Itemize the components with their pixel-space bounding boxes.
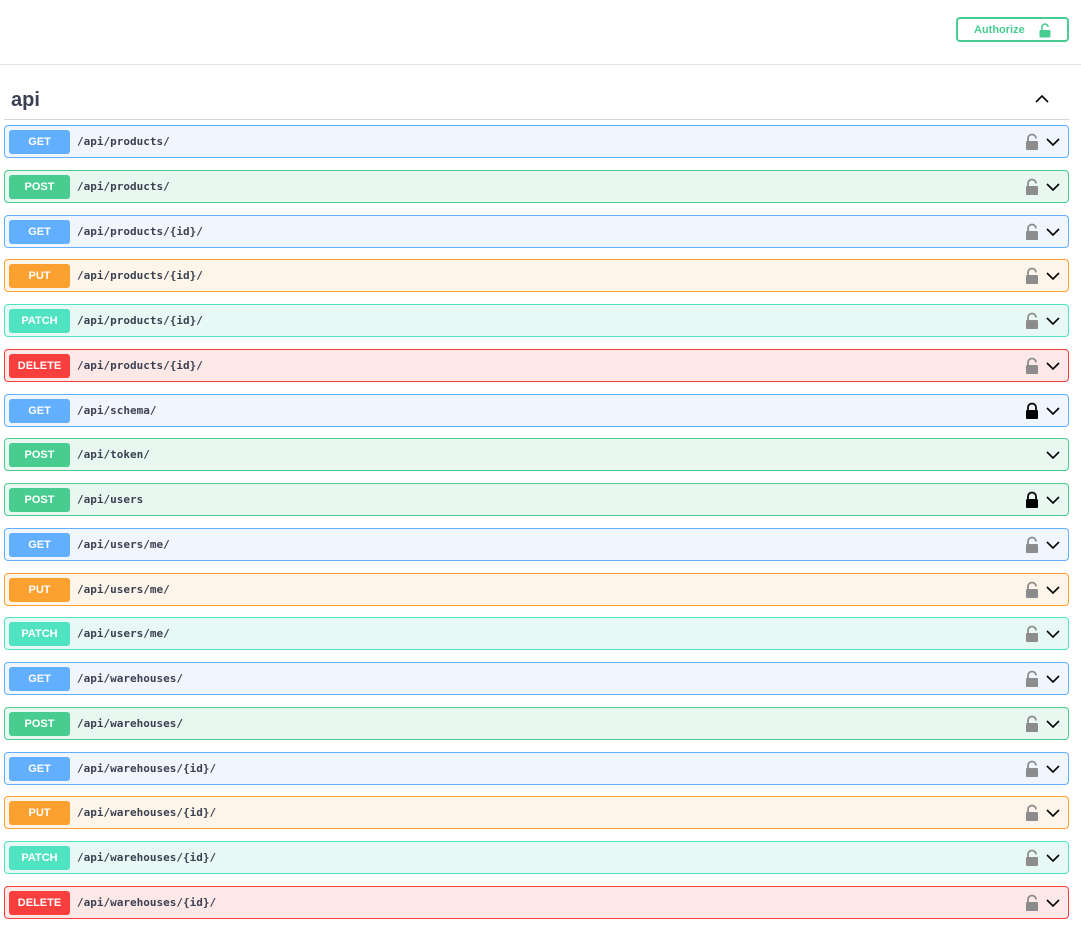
authorize-label: Authorize: [974, 23, 1025, 36]
chevron-down-icon[interactable]: [1044, 804, 1062, 822]
method-badge: PATCH: [9, 622, 70, 646]
operation-path: /api/warehouses/{id}/: [77, 806, 217, 819]
lock-open-icon[interactable]: [1024, 133, 1040, 151]
method-badge: GET: [9, 533, 70, 557]
method-badge: DELETE: [9, 891, 70, 915]
operation-row-delete[interactable]: DELETE/api/warehouses/{id}/: [4, 886, 1069, 919]
chevron-down-icon[interactable]: [1044, 625, 1062, 643]
lock-open-icon[interactable]: [1024, 804, 1040, 822]
method-badge: GET: [9, 220, 70, 244]
chevron-down-icon[interactable]: [1044, 402, 1062, 420]
operation-path: /api/token/: [77, 448, 150, 461]
operation-row-post[interactable]: POST/api/token/: [4, 438, 1069, 471]
lock-open-icon[interactable]: [1024, 267, 1040, 285]
lock-closed-icon[interactable]: [1024, 402, 1040, 420]
lock-open-icon[interactable]: [1024, 760, 1040, 778]
operation-row-get[interactable]: GET/api/warehouses/: [4, 662, 1069, 695]
tag-title: api: [11, 89, 40, 111]
operation-row-get[interactable]: GET/api/schema/: [4, 394, 1069, 427]
chevron-down-icon[interactable]: [1044, 581, 1062, 599]
chevron-down-icon[interactable]: [1044, 267, 1062, 285]
lock-open-icon[interactable]: [1024, 312, 1040, 330]
method-badge: GET: [9, 130, 70, 154]
operation-row-post[interactable]: POST/api/users: [4, 483, 1069, 516]
chevron-down-icon[interactable]: [1044, 357, 1062, 375]
chevron-up-icon[interactable]: [1032, 89, 1052, 109]
operation-path: /api/users/me/: [77, 538, 170, 551]
chevron-down-icon[interactable]: [1044, 715, 1062, 733]
lock-open-icon[interactable]: [1024, 536, 1040, 554]
operation-path: /api/warehouses/: [77, 672, 183, 685]
method-badge: POST: [9, 443, 70, 467]
lock-open-icon[interactable]: [1024, 715, 1040, 733]
operation-row-put[interactable]: PUT/api/products/{id}/: [4, 259, 1069, 292]
chevron-down-icon[interactable]: [1044, 760, 1062, 778]
method-badge: GET: [9, 399, 70, 423]
method-badge: POST: [9, 488, 70, 512]
method-badge: GET: [9, 757, 70, 781]
chevron-down-icon[interactable]: [1044, 312, 1062, 330]
operation-path: /api/schema/: [77, 404, 157, 417]
method-badge: POST: [9, 175, 70, 199]
operation-path: /api/users/me/: [77, 583, 170, 596]
chevron-down-icon[interactable]: [1044, 536, 1062, 554]
chevron-down-icon[interactable]: [1044, 223, 1062, 241]
topbar: Authorize: [0, 0, 1081, 65]
lock-open-icon[interactable]: [1024, 223, 1040, 241]
lock-open-icon[interactable]: [1024, 581, 1040, 599]
lock-closed-icon[interactable]: [1024, 491, 1040, 509]
method-badge: PATCH: [9, 846, 70, 870]
chevron-down-icon[interactable]: [1044, 491, 1062, 509]
lock-open-icon: [1039, 23, 1051, 41]
operation-path: /api/warehouses/: [77, 717, 183, 730]
method-badge: DELETE: [9, 354, 70, 378]
operation-path: /api/warehouses/{id}/: [77, 896, 217, 909]
method-badge: PATCH: [9, 309, 70, 333]
authorize-button[interactable]: Authorize: [956, 17, 1069, 42]
operation-row-post[interactable]: POST/api/warehouses/: [4, 707, 1069, 740]
lock-open-icon[interactable]: [1024, 357, 1040, 375]
operation-path: /api/warehouses/{id}/: [77, 851, 217, 864]
lock-open-icon[interactable]: [1024, 625, 1040, 643]
chevron-down-icon[interactable]: [1044, 133, 1062, 151]
lock-open-icon[interactable]: [1024, 178, 1040, 196]
operation-row-get[interactable]: GET/api/products/{id}/: [4, 215, 1069, 248]
lock-open-icon[interactable]: [1024, 670, 1040, 688]
chevron-down-icon[interactable]: [1044, 670, 1062, 688]
operation-path: /api/products/{id}/: [77, 225, 203, 238]
operation-path: /api/products/{id}/: [77, 269, 203, 282]
operation-path: /api/products/: [77, 180, 170, 193]
method-badge: GET: [9, 667, 70, 691]
operation-row-put[interactable]: PUT/api/warehouses/{id}/: [4, 796, 1069, 829]
method-badge: PUT: [9, 264, 70, 288]
operation-path: /api/products/{id}/: [77, 359, 203, 372]
method-badge: POST: [9, 712, 70, 736]
method-badge: PUT: [9, 578, 70, 602]
lock-open-icon[interactable]: [1024, 849, 1040, 867]
operation-path: /api/users/me/: [77, 627, 170, 640]
operation-path: /api/warehouses/{id}/: [77, 762, 217, 775]
operation-path: /api/users: [77, 493, 144, 506]
chevron-down-icon[interactable]: [1044, 894, 1062, 912]
chevron-down-icon[interactable]: [1044, 446, 1062, 464]
operation-row-patch[interactable]: PATCH/api/products/{id}/: [4, 304, 1069, 337]
lock-open-icon[interactable]: [1024, 894, 1040, 912]
chevron-down-icon[interactable]: [1044, 178, 1062, 196]
tag-section-header[interactable]: api: [4, 82, 1069, 120]
method-badge: PUT: [9, 801, 70, 825]
operation-row-get[interactable]: GET/api/users/me/: [4, 528, 1069, 561]
operation-row-patch[interactable]: PATCH/api/users/me/: [4, 617, 1069, 650]
operation-row-delete[interactable]: DELETE/api/products/{id}/: [4, 349, 1069, 382]
operation-row-get[interactable]: GET/api/products/: [4, 125, 1069, 158]
operation-row-patch[interactable]: PATCH/api/warehouses/{id}/: [4, 841, 1069, 874]
operation-row-put[interactable]: PUT/api/users/me/: [4, 573, 1069, 606]
operation-path: /api/products/{id}/: [77, 314, 203, 327]
operation-path: /api/products/: [77, 135, 170, 148]
operation-row-post[interactable]: POST/api/products/: [4, 170, 1069, 203]
chevron-down-icon[interactable]: [1044, 849, 1062, 867]
operation-row-get[interactable]: GET/api/warehouses/{id}/: [4, 752, 1069, 785]
